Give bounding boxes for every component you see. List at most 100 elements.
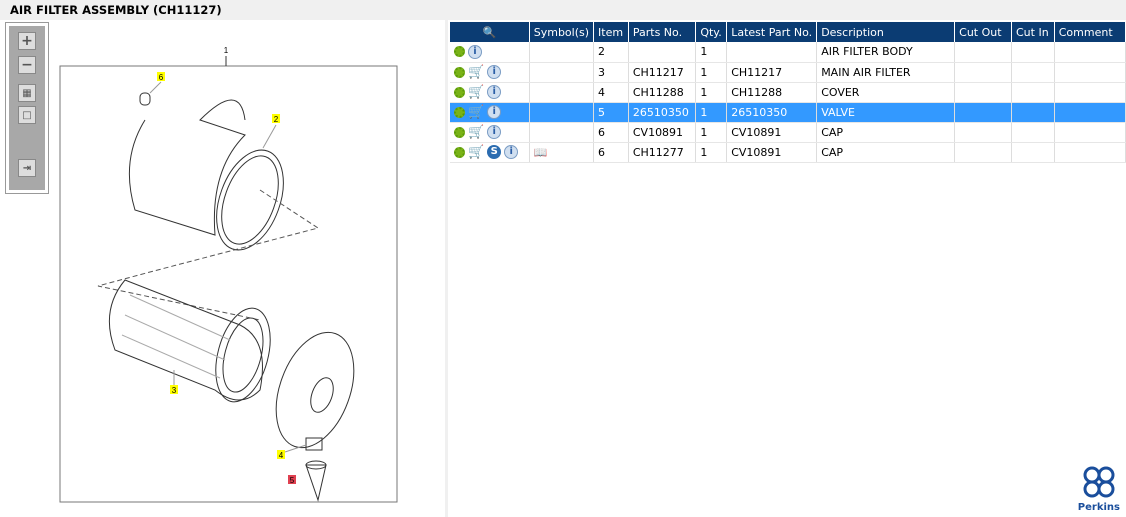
cell-item: 4 (593, 82, 629, 103)
cell-cut-in (1011, 122, 1055, 143)
header-description[interactable]: Description (816, 22, 956, 42)
callout-4[interactable]: 4 (279, 451, 284, 460)
info-icon[interactable]: i (487, 85, 502, 99)
cart-icon[interactable]: 🛒 (468, 65, 484, 80)
cart-icon[interactable]: 🛒 (468, 145, 484, 160)
callout-5[interactable]: 5 (290, 476, 295, 485)
cell-comment (1054, 102, 1126, 123)
cell-parts (628, 42, 697, 63)
gear-icon[interactable] (454, 106, 465, 118)
parts-list-panel: 🔍 Symbol(s) Item Parts No. Qty. Latest P… (448, 20, 1126, 517)
cell-desc: CAP (816, 142, 956, 163)
cell-cut-in (1011, 102, 1055, 123)
cell-qty: 1 (695, 62, 728, 83)
toggle-list-button[interactable]: ⇥ (18, 159, 36, 177)
info-icon[interactable]: i (487, 125, 502, 139)
cell-parts: CH11277 (628, 142, 697, 163)
book-magnifier-icon[interactable]: 📖 (534, 146, 548, 159)
cart-icon[interactable]: 🛒 (468, 105, 484, 120)
cell-cut-out (954, 62, 1012, 83)
info-icon[interactable]: i (487, 105, 502, 119)
cell-comment (1054, 62, 1126, 83)
callout-3[interactable]: 3 (172, 386, 177, 395)
fit-grid-button[interactable]: ▦ (18, 84, 36, 102)
row-actions: i (450, 42, 530, 63)
cell-symbols (529, 42, 595, 63)
cell-latest: CH11288 (726, 82, 818, 103)
gear-icon[interactable] (454, 46, 465, 58)
cell-cut-out (954, 82, 1012, 103)
header-qty[interactable]: Qty. (695, 22, 728, 42)
cell-cut-in (1011, 142, 1055, 163)
cell-qty: 1 (695, 42, 728, 63)
cell-cut-in (1011, 42, 1055, 63)
callout-6[interactable]: 6 (159, 73, 164, 82)
cell-comment (1054, 122, 1126, 143)
row-actions: 🛒 i (450, 82, 530, 103)
table-row[interactable]: 🛒 Si 📖 6 CH11277 1 CV10891 CAP (450, 142, 1126, 163)
cell-comment (1054, 82, 1126, 103)
cell-item: 3 (593, 62, 629, 83)
search-column-header[interactable]: 🔍 (450, 22, 530, 42)
gear-icon[interactable] (454, 146, 465, 158)
cell-comment (1054, 142, 1126, 163)
cell-desc: VALVE (816, 102, 956, 123)
header-latest-part-no[interactable]: Latest Part No. (726, 22, 818, 42)
cell-qty: 1 (695, 82, 728, 103)
cell-symbols (529, 122, 595, 143)
table-row[interactable]: 🛒 i 6 CV10891 1 CV10891 CAP (450, 122, 1126, 143)
info-icon[interactable]: i (487, 65, 502, 79)
cart-icon[interactable]: 🛒 (468, 85, 484, 100)
table-row[interactable]: 🛒 i 3 CH11217 1 CH11217 MAIN AIR FILTER (450, 62, 1126, 83)
cell-latest: CV10891 (726, 122, 818, 143)
cell-desc: CAP (816, 122, 956, 143)
gear-icon[interactable] (454, 126, 465, 138)
cell-desc: COVER (816, 82, 956, 103)
cell-item: 6 (593, 122, 629, 143)
header-parts-no[interactable]: Parts No. (628, 22, 697, 42)
cell-qty: 1 (695, 122, 728, 143)
header-cut-out[interactable]: Cut Out (954, 22, 1012, 42)
table-row[interactable]: i 2 1 AIR FILTER BODY (450, 42, 1126, 63)
drawing-toolbar: + − ▦ □ ⇥ (5, 22, 49, 194)
magnifier-icon: 🔍 (482, 25, 497, 39)
cell-cut-out (954, 102, 1012, 123)
header-item[interactable]: Item (593, 22, 629, 42)
callout-1[interactable]: 1 (224, 46, 229, 55)
cell-parts: CV10891 (628, 122, 697, 143)
header-comment[interactable]: Comment (1054, 22, 1126, 42)
row-actions: 🛒 i (450, 62, 530, 83)
cell-qty: 1 (695, 142, 728, 163)
perkins-logo: Perkins (1078, 465, 1120, 513)
page-title: AIR FILTER ASSEMBLY (CH11127) (10, 3, 222, 17)
header-symbols[interactable]: Symbol(s) (529, 22, 595, 42)
header-cut-in[interactable]: Cut In (1011, 22, 1055, 42)
zoom-out-button[interactable]: − (18, 56, 36, 74)
gear-icon[interactable] (454, 86, 465, 98)
fit-window-button[interactable]: □ (18, 106, 36, 124)
exploded-diagram[interactable]: 1 6 2 3 4 5 (0, 20, 445, 517)
cell-symbols: 📖 (529, 142, 595, 163)
table-row[interactable]: 🛒 i 4 CH11288 1 CH11288 COVER (450, 82, 1126, 103)
gear-icon[interactable] (454, 66, 465, 78)
cell-symbols (529, 62, 595, 83)
s-badge-icon[interactable]: S (487, 145, 502, 159)
cell-cut-out (954, 122, 1012, 143)
cell-comment (1054, 42, 1126, 63)
row-actions: 🛒 Si (450, 142, 530, 163)
callout-2[interactable]: 2 (274, 115, 279, 124)
cell-parts: 26510350 (628, 102, 697, 123)
parts-table: 🔍 Symbol(s) Item Parts No. Qty. Latest P… (450, 22, 1126, 163)
cell-latest: 26510350 (726, 102, 818, 123)
cart-icon[interactable]: 🛒 (468, 125, 484, 140)
info-icon[interactable]: i (504, 145, 519, 159)
cell-latest: CH11217 (726, 62, 818, 83)
row-actions: 🛒 i (450, 102, 530, 123)
info-icon[interactable]: i (468, 44, 482, 59)
cell-cut-out (954, 42, 1012, 63)
table-row[interactable]: 🛒 i 5 26510350 1 26510350 VALVE (450, 102, 1126, 123)
zoom-in-button[interactable]: + (18, 32, 36, 50)
cell-symbols (529, 102, 595, 123)
cell-item: 2 (593, 42, 629, 63)
cell-symbols (529, 82, 595, 103)
